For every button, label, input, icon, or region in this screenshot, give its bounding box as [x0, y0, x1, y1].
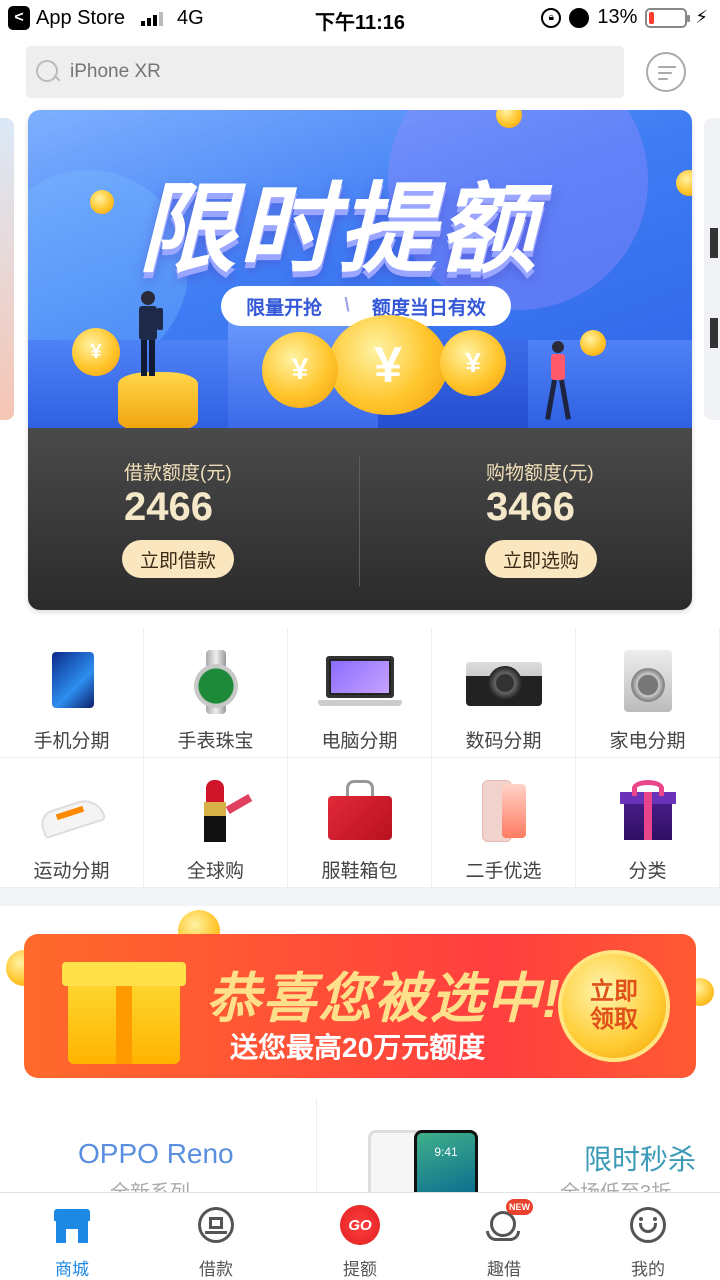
category-global-shopping[interactable]: 全球购	[144, 758, 288, 888]
category-label: 运动分期	[33, 861, 110, 882]
coin-icon: ¥	[72, 328, 120, 376]
loan-credit-label: 借款额度(元)	[124, 463, 232, 484]
tab-fun-loan[interactable]: NEW 趣借	[432, 1193, 576, 1280]
teaser-flash-sale-title[interactable]: 限时秒杀	[584, 1138, 696, 1178]
category-all[interactable]: 分类	[576, 758, 720, 888]
coin-icon	[90, 190, 114, 214]
tab-raise-limit[interactable]: GO 提额	[288, 1193, 432, 1280]
iphone-product-image[interactable]: 9:41	[368, 1130, 480, 1200]
shop-icon	[52, 1205, 92, 1245]
claim-line-1: 立即	[590, 978, 638, 1005]
phone-screen-time: 9:41	[417, 1133, 475, 1197]
category-sports-installment[interactable]: 运动分期	[0, 758, 144, 888]
go-icon: GO	[340, 1205, 380, 1245]
shop-credit-label: 购物额度(元)	[486, 463, 594, 484]
carousel-prev-card[interactable]	[0, 118, 14, 420]
washing-machine-icon	[612, 650, 684, 716]
tab-loan[interactable]: 借款	[144, 1193, 288, 1280]
loan-icon	[196, 1205, 236, 1245]
shop-credit-value: 3466	[486, 485, 575, 529]
teaser-divider	[316, 1098, 317, 1198]
lipstick-icon	[180, 780, 252, 846]
loan-credit-value: 2466	[124, 485, 213, 529]
claim-now-button[interactable]: 立即 领取	[558, 950, 670, 1062]
sneaker-icon	[36, 780, 108, 846]
promo-carousel-banner[interactable]: 限时提额 限量开抢 \ 额度当日有效 ¥ ¥ ¥ ¥ 借款额度(元) 2466 …	[28, 110, 692, 610]
status-bar: < App Store 4G 下午11:16 🔒︎ 13% ⚡	[0, 0, 720, 38]
category-label: 二手优选	[465, 861, 542, 882]
credit-panel: 借款额度(元) 2466 立即借款 购物额度(元) 3466 立即选购	[28, 428, 692, 610]
new-badge: NEW	[506, 1199, 533, 1215]
category-label: 家电分期	[609, 731, 686, 752]
pill-left-text: 限量开抢	[246, 297, 323, 319]
search-bar[interactable]	[26, 46, 624, 98]
iphone-icon	[468, 780, 540, 846]
search-input[interactable]	[70, 61, 570, 83]
camera-icon	[465, 650, 542, 716]
coin-icon: ¥	[440, 330, 506, 396]
coin-icon	[580, 330, 606, 356]
category-laptop-installment[interactable]: 电脑分期	[288, 628, 432, 758]
promo-subtitle: 送您最高20万元额度	[230, 1032, 486, 1063]
handbag-icon	[324, 780, 396, 846]
claim-line-2: 领取	[590, 1006, 638, 1033]
coin-stack	[118, 372, 198, 428]
shop-now-button[interactable]: 立即选购	[485, 540, 597, 578]
bottom-tab-bar: 商城 借款 GO 提额 NEW 趣借 我的	[0, 1192, 720, 1280]
laptop-icon	[317, 650, 402, 716]
alarm-icon	[569, 7, 590, 28]
tab-label: 商城	[55, 1260, 89, 1279]
category-label: 服鞋箱包	[321, 861, 398, 882]
tab-label: 借款	[199, 1260, 233, 1279]
gift-box-icon	[62, 962, 186, 1064]
banner-artwork[interactable]: 限时提额 限量开抢 \ 额度当日有效 ¥ ¥ ¥ ¥	[28, 110, 692, 428]
charging-icon: ⚡	[695, 7, 708, 27]
businessman-figure	[139, 291, 163, 376]
borrow-now-button[interactable]: 立即借款	[122, 540, 234, 578]
category-label: 电脑分期	[321, 731, 398, 752]
battery-percent: 13%	[597, 6, 638, 28]
category-label: 手机分期	[33, 731, 110, 752]
section-divider	[0, 888, 720, 906]
teaser-oppo-title[interactable]: OPPO Reno	[78, 1138, 234, 1170]
message-icon[interactable]	[646, 52, 686, 92]
category-label: 手表珠宝	[177, 731, 254, 752]
phone-icon	[36, 650, 108, 716]
category-appliance-installment[interactable]: 家电分期	[576, 628, 720, 758]
rotation-lock-icon: 🔒︎	[541, 7, 562, 28]
selected-promo-banner[interactable]: 恭喜您被选中! 送您最高20万元额度 立即 领取	[24, 934, 696, 1078]
woman-figure	[545, 341, 571, 420]
category-grid: 手机分期 手表珠宝 电脑分期 数码分期 家电分期 运动分期 全球购 服鞋箱包 二…	[0, 628, 720, 888]
category-clothes-bags[interactable]: 服鞋箱包	[288, 758, 432, 888]
hand-coin-icon: NEW	[484, 1199, 533, 1245]
category-label: 分类	[628, 861, 667, 882]
profile-icon	[628, 1205, 668, 1245]
battery-icon	[645, 7, 691, 28]
category-phone-installment[interactable]: 手机分期	[0, 628, 144, 758]
shop-credit: 购物额度(元) 3466	[486, 458, 594, 529]
watch-icon	[180, 650, 252, 716]
category-label: 数码分期	[465, 731, 542, 752]
carousel-next-card[interactable]	[704, 118, 720, 420]
coin-icon: ¥	[262, 332, 338, 408]
tab-label: 提额	[343, 1260, 377, 1279]
category-second-hand[interactable]: 二手优选	[432, 758, 576, 888]
credit-divider	[359, 456, 360, 586]
coin-icon: ¥	[328, 315, 448, 415]
promo-title: 恭喜您被选中!	[206, 969, 562, 1029]
category-watch-jewelry[interactable]: 手表珠宝	[144, 628, 288, 758]
loan-credit: 借款额度(元) 2466	[124, 458, 232, 529]
coin-icon	[676, 170, 692, 196]
tab-label: 趣借	[487, 1260, 521, 1279]
search-icon	[34, 58, 62, 86]
tab-shop[interactable]: 商城	[0, 1193, 144, 1280]
banner-title: 限时提额	[138, 173, 539, 287]
category-label: 全球购	[186, 861, 244, 882]
tab-profile[interactable]: 我的	[576, 1193, 720, 1280]
category-digital-installment[interactable]: 数码分期	[432, 628, 576, 758]
tab-label: 我的	[631, 1260, 665, 1279]
gift-box-icon	[612, 780, 684, 846]
